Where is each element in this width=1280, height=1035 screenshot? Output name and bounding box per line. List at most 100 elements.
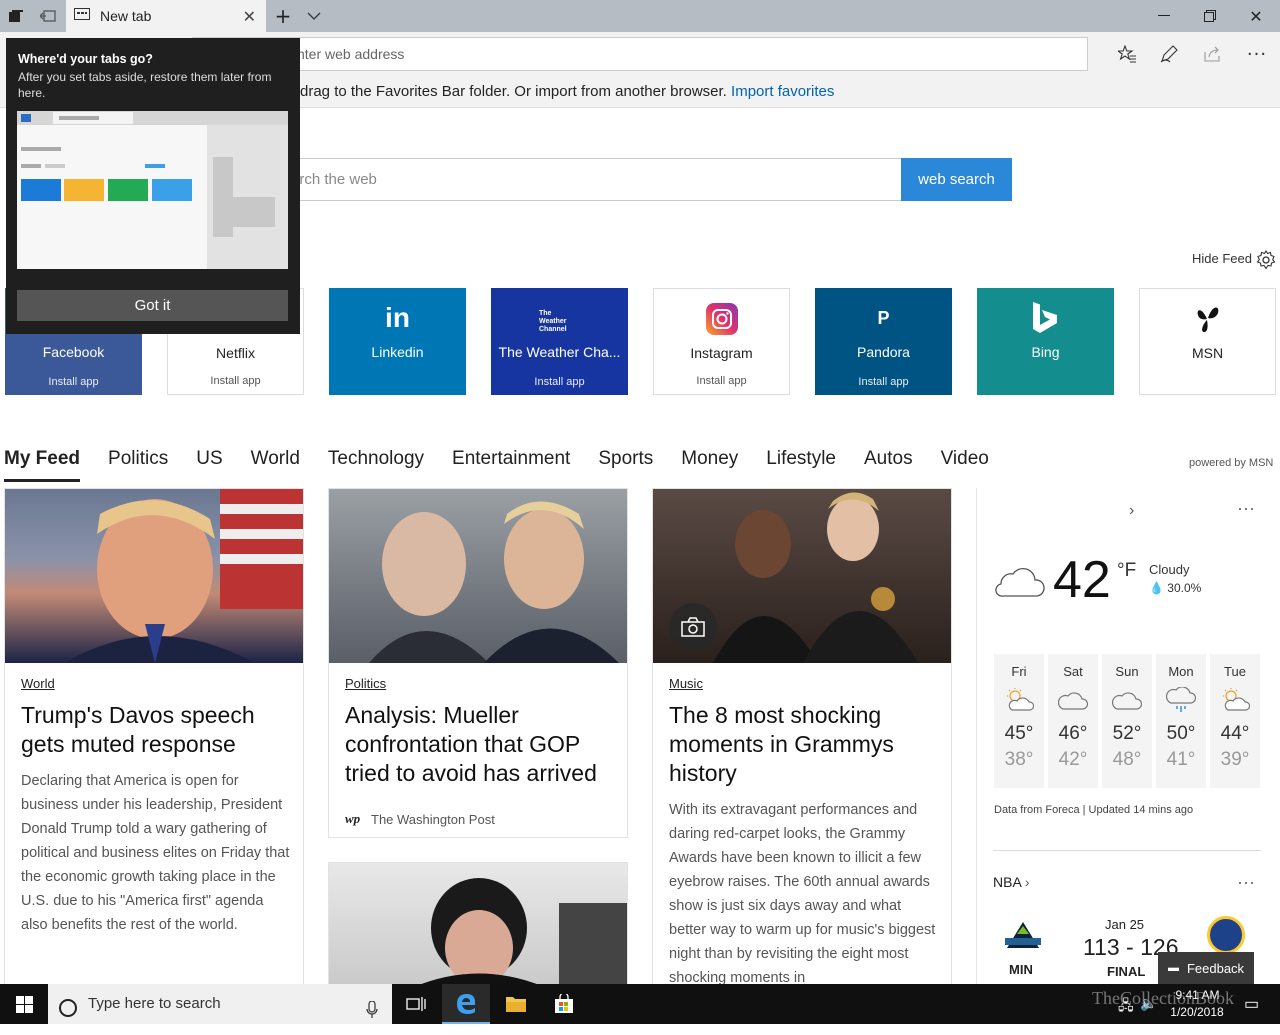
tab-autos[interactable]: Autos — [864, 448, 913, 482]
forecast-day-sun[interactable]: Sun 52° 48° — [1102, 654, 1152, 788]
weather-more-options-icon[interactable]: ··· — [1237, 498, 1255, 519]
article-card-judge[interactable] — [328, 862, 628, 988]
tile-install-app[interactable]: Install app — [654, 368, 789, 394]
popup-title: Where'd your tabs go? — [18, 52, 153, 66]
forecast-day-mon[interactable]: Mon 50° 41° — [1156, 654, 1206, 788]
tab-money[interactable]: Money — [681, 448, 738, 482]
microphone-icon[interactable] — [366, 995, 378, 1035]
feedback-icon: ▬ — [1167, 962, 1179, 974]
import-favorites-link[interactable]: Import favorites — [731, 83, 834, 100]
tile-pandora[interactable]: P Pandora Install app — [815, 288, 952, 395]
tab-entertainment[interactable]: Entertainment — [452, 448, 570, 482]
set-tabs-aside-icon[interactable] — [36, 0, 60, 32]
article-source[interactable]: The Washington Post — [371, 812, 495, 827]
tab-my-feed[interactable]: My Feed — [4, 448, 81, 482]
article-image[interactable] — [329, 489, 627, 663]
temperature-unit[interactable]: °F — [1117, 560, 1136, 582]
hide-feed-link[interactable]: Hide Feed — [1192, 251, 1252, 266]
windows-start-icon[interactable] — [0, 984, 48, 1024]
article-category[interactable]: Music — [669, 676, 703, 691]
edge-browser-icon[interactable] — [442, 984, 490, 1024]
home-team-abbr: MIN — [1009, 962, 1033, 977]
tile-instagram[interactable]: Instagram Install app — [653, 288, 790, 395]
forecast-high: 44° — [1220, 723, 1250, 744]
forecast-day-name: Fri — [1011, 664, 1027, 679]
close-tab-icon[interactable]: ✕ — [243, 7, 256, 26]
more-options-icon[interactable]: ··· — [1245, 42, 1269, 66]
article-title[interactable]: The 8 most shocking moments in Grammys h… — [669, 701, 939, 788]
precipitation: 💧 30.0% — [1149, 581, 1201, 595]
feedback-button[interactable]: ▬ Feedback — [1158, 952, 1254, 984]
tile-label: Facebook — [42, 344, 105, 360]
tab-title: New tab — [100, 8, 152, 24]
forecast-day-fri[interactable]: Fri 45° 38° — [994, 654, 1044, 788]
action-center-icon[interactable]: ▭ — [1244, 994, 1259, 1014]
article-category[interactable]: World — [21, 676, 55, 691]
task-view-icon[interactable] — [392, 984, 440, 1024]
new-tab-plus-icon[interactable]: + — [272, 0, 294, 32]
article-card-trump[interactable]: World Trump's Davos speech gets muted re… — [4, 488, 304, 988]
rain-icon — [1156, 686, 1206, 715]
precipitation-value: 30.0% — [1167, 581, 1202, 595]
tile-install-app[interactable]: Install app — [491, 369, 628, 395]
address-input[interactable]: nter web address — [192, 37, 1088, 71]
nba-link[interactable]: NBA › — [993, 874, 1030, 890]
tile-bing[interactable]: Bing — [977, 288, 1114, 395]
web-search-input[interactable]: arch the web — [280, 158, 902, 201]
nba-more-options-icon[interactable]: ··· — [1237, 872, 1255, 893]
article-card-mueller[interactable]: Politics Analysis: Mueller confrontation… — [328, 488, 628, 838]
forecast-low: 38° — [1004, 749, 1034, 770]
weather-source-text[interactable]: Data from Foreca | Updated 14 mins ago — [994, 804, 1193, 816]
tab-us[interactable]: US — [196, 448, 222, 482]
tile-label: Bing — [1031, 344, 1060, 360]
tab-technology[interactable]: Technology — [328, 448, 424, 482]
instagram-logo-icon — [706, 303, 738, 335]
tab-world[interactable]: World — [251, 448, 300, 482]
feed-nav: My Feed Politics US World Technology Ent… — [4, 448, 1017, 482]
nba-label: NBA — [993, 874, 1022, 890]
tile-linkedin[interactable]: in Linkedin — [329, 288, 466, 395]
tile-weather-channel[interactable]: The Weather Channel The Weather Cha... I… — [491, 288, 628, 395]
restore-icon[interactable] — [1198, 0, 1222, 32]
tile-install-app[interactable]: Install app — [5, 369, 142, 395]
article-category[interactable]: Politics — [345, 676, 386, 691]
got-it-button[interactable]: Got it — [17, 290, 288, 321]
popup-preview-illustration — [17, 111, 288, 269]
partly-sunny-icon — [994, 687, 1044, 715]
popup-description: After you set tabs aside, restore them l… — [18, 70, 272, 100]
favorites-hint-text: drag to the Favorites Bar folder. Or imp… — [300, 83, 727, 100]
forecast-low: 39° — [1220, 749, 1250, 770]
web-note-pen-icon[interactable] — [1157, 42, 1181, 66]
tile-install-app[interactable]: Install app — [815, 369, 952, 395]
share-icon[interactable] — [1201, 42, 1225, 66]
feed-settings-gear-icon[interactable] — [1256, 249, 1276, 275]
tab-video[interactable]: Video — [941, 448, 989, 482]
tab-politics[interactable]: Politics — [108, 448, 168, 482]
forecast-day-tue[interactable]: Tue 44° 39° — [1210, 654, 1260, 788]
location-next-chevron-icon[interactable]: › — [1129, 502, 1134, 520]
camera-gallery-icon[interactable] — [669, 603, 717, 651]
article-title[interactable]: Analysis: Mueller confrontation that GOP… — [345, 701, 615, 788]
article-image[interactable] — [653, 489, 951, 663]
taskbar-search-input[interactable]: Type here to search — [48, 984, 392, 1024]
tab-lifestyle[interactable]: Lifestyle — [766, 448, 836, 482]
cloudy-icon — [1102, 687, 1152, 715]
web-search-button[interactable]: web search — [901, 158, 1012, 201]
store-icon[interactable] — [540, 984, 588, 1024]
tab-new-tab[interactable]: New tab ✕ — [66, 0, 266, 32]
close-window-icon[interactable]: ✕ — [1244, 0, 1268, 32]
favorites-star-icon[interactable] — [1115, 42, 1139, 66]
tab-sports[interactable]: Sports — [598, 448, 653, 482]
tile-msn[interactable]: MSN — [1139, 288, 1276, 395]
file-explorer-icon[interactable] — [492, 984, 540, 1024]
forecast-day-sat[interactable]: Sat 46° 42° — [1048, 654, 1098, 788]
article-image[interactable] — [329, 863, 627, 987]
article-title[interactable]: Trump's Davos speech gets muted response — [21, 701, 291, 759]
minimize-icon[interactable] — [1152, 0, 1176, 32]
tile-install-app[interactable]: Install app — [168, 368, 303, 394]
tabs-aside-icon[interactable] — [4, 0, 28, 32]
article-card-grammys[interactable]: Music The 8 most shocking moments in Gra… — [652, 488, 952, 988]
weather-condition: Cloudy — [1149, 562, 1190, 577]
article-image[interactable] — [5, 489, 303, 663]
show-tab-previews-chevron-icon[interactable] — [304, 0, 324, 32]
